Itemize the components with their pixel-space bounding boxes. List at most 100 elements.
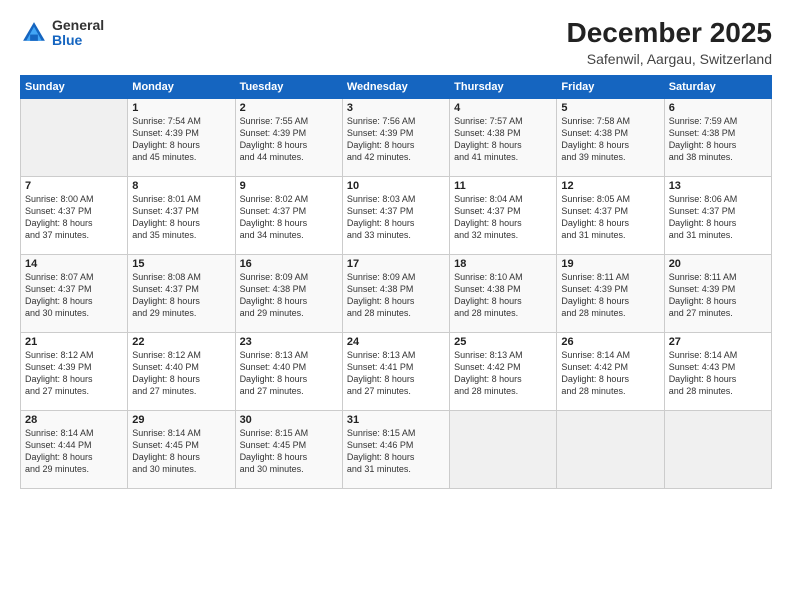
calendar-cell: 18Sunrise: 8:10 AM Sunset: 4:38 PM Dayli… (450, 254, 557, 332)
calendar-cell (21, 98, 128, 176)
calendar-cell: 11Sunrise: 8:04 AM Sunset: 4:37 PM Dayli… (450, 176, 557, 254)
day-number: 6 (669, 102, 767, 114)
day-info: Sunrise: 8:05 AM Sunset: 4:37 PM Dayligh… (561, 193, 659, 242)
day-info: Sunrise: 8:12 AM Sunset: 4:40 PM Dayligh… (132, 349, 230, 398)
day-number: 14 (25, 258, 123, 270)
calendar-cell: 17Sunrise: 8:09 AM Sunset: 4:38 PM Dayli… (342, 254, 449, 332)
day-number: 5 (561, 102, 659, 114)
day-info: Sunrise: 7:59 AM Sunset: 4:38 PM Dayligh… (669, 115, 767, 164)
day-number: 22 (132, 336, 230, 348)
logo-general: General (52, 18, 104, 33)
calendar-cell: 14Sunrise: 8:07 AM Sunset: 4:37 PM Dayli… (21, 254, 128, 332)
day-info: Sunrise: 8:14 AM Sunset: 4:44 PM Dayligh… (25, 427, 123, 476)
col-sunday: Sunday (21, 75, 128, 98)
day-number: 20 (669, 258, 767, 270)
day-info: Sunrise: 7:57 AM Sunset: 4:38 PM Dayligh… (454, 115, 552, 164)
day-number: 10 (347, 180, 445, 192)
calendar-cell: 4Sunrise: 7:57 AM Sunset: 4:38 PM Daylig… (450, 98, 557, 176)
day-info: Sunrise: 8:00 AM Sunset: 4:37 PM Dayligh… (25, 193, 123, 242)
day-number: 27 (669, 336, 767, 348)
calendar-cell: 12Sunrise: 8:05 AM Sunset: 4:37 PM Dayli… (557, 176, 664, 254)
logo-icon (20, 19, 48, 47)
day-number: 8 (132, 180, 230, 192)
calendar-cell: 7Sunrise: 8:00 AM Sunset: 4:37 PM Daylig… (21, 176, 128, 254)
day-info: Sunrise: 8:15 AM Sunset: 4:46 PM Dayligh… (347, 427, 445, 476)
month-title: December 2025 (567, 18, 772, 49)
day-info: Sunrise: 8:07 AM Sunset: 4:37 PM Dayligh… (25, 271, 123, 320)
day-info: Sunrise: 7:56 AM Sunset: 4:39 PM Dayligh… (347, 115, 445, 164)
header: General Blue December 2025 Safenwil, Aar… (20, 18, 772, 67)
calendar-cell: 23Sunrise: 8:13 AM Sunset: 4:40 PM Dayli… (235, 332, 342, 410)
calendar-cell: 31Sunrise: 8:15 AM Sunset: 4:46 PM Dayli… (342, 410, 449, 488)
col-saturday: Saturday (664, 75, 771, 98)
calendar-cell (450, 410, 557, 488)
calendar-cell: 22Sunrise: 8:12 AM Sunset: 4:40 PM Dayli… (128, 332, 235, 410)
col-thursday: Thursday (450, 75, 557, 98)
calendar-cell: 3Sunrise: 7:56 AM Sunset: 4:39 PM Daylig… (342, 98, 449, 176)
day-info: Sunrise: 8:11 AM Sunset: 4:39 PM Dayligh… (669, 271, 767, 320)
day-number: 18 (454, 258, 552, 270)
day-number: 28 (25, 414, 123, 426)
calendar-week-row: 28Sunrise: 8:14 AM Sunset: 4:44 PM Dayli… (21, 410, 772, 488)
day-info: Sunrise: 8:12 AM Sunset: 4:39 PM Dayligh… (25, 349, 123, 398)
day-number: 4 (454, 102, 552, 114)
day-number: 26 (561, 336, 659, 348)
day-info: Sunrise: 7:55 AM Sunset: 4:39 PM Dayligh… (240, 115, 338, 164)
day-number: 24 (347, 336, 445, 348)
calendar-cell: 21Sunrise: 8:12 AM Sunset: 4:39 PM Dayli… (21, 332, 128, 410)
day-info: Sunrise: 8:03 AM Sunset: 4:37 PM Dayligh… (347, 193, 445, 242)
calendar-cell: 10Sunrise: 8:03 AM Sunset: 4:37 PM Dayli… (342, 176, 449, 254)
col-friday: Friday (557, 75, 664, 98)
logo-text: General Blue (52, 18, 104, 49)
calendar-cell (557, 410, 664, 488)
calendar-cell: 19Sunrise: 8:11 AM Sunset: 4:39 PM Dayli… (557, 254, 664, 332)
day-info: Sunrise: 8:09 AM Sunset: 4:38 PM Dayligh… (347, 271, 445, 320)
calendar-cell: 20Sunrise: 8:11 AM Sunset: 4:39 PM Dayli… (664, 254, 771, 332)
weekday-header-row: Sunday Monday Tuesday Wednesday Thursday… (21, 75, 772, 98)
day-info: Sunrise: 8:13 AM Sunset: 4:41 PM Dayligh… (347, 349, 445, 398)
calendar-cell: 8Sunrise: 8:01 AM Sunset: 4:37 PM Daylig… (128, 176, 235, 254)
day-info: Sunrise: 8:14 AM Sunset: 4:45 PM Dayligh… (132, 427, 230, 476)
day-info: Sunrise: 8:01 AM Sunset: 4:37 PM Dayligh… (132, 193, 230, 242)
day-info: Sunrise: 8:09 AM Sunset: 4:38 PM Dayligh… (240, 271, 338, 320)
calendar-cell: 6Sunrise: 7:59 AM Sunset: 4:38 PM Daylig… (664, 98, 771, 176)
day-number: 19 (561, 258, 659, 270)
calendar-cell: 15Sunrise: 8:08 AM Sunset: 4:37 PM Dayli… (128, 254, 235, 332)
day-info: Sunrise: 8:15 AM Sunset: 4:45 PM Dayligh… (240, 427, 338, 476)
day-number: 11 (454, 180, 552, 192)
day-number: 3 (347, 102, 445, 114)
day-number: 9 (240, 180, 338, 192)
calendar-cell: 1Sunrise: 7:54 AM Sunset: 4:39 PM Daylig… (128, 98, 235, 176)
location: Safenwil, Aargau, Switzerland (567, 51, 772, 67)
day-info: Sunrise: 8:04 AM Sunset: 4:37 PM Dayligh… (454, 193, 552, 242)
day-number: 12 (561, 180, 659, 192)
calendar-cell: 13Sunrise: 8:06 AM Sunset: 4:37 PM Dayli… (664, 176, 771, 254)
day-info: Sunrise: 8:13 AM Sunset: 4:42 PM Dayligh… (454, 349, 552, 398)
day-info: Sunrise: 7:58 AM Sunset: 4:38 PM Dayligh… (561, 115, 659, 164)
day-number: 29 (132, 414, 230, 426)
day-number: 31 (347, 414, 445, 426)
calendar: Sunday Monday Tuesday Wednesday Thursday… (20, 75, 772, 489)
calendar-cell: 16Sunrise: 8:09 AM Sunset: 4:38 PM Dayli… (235, 254, 342, 332)
logo: General Blue (20, 18, 104, 49)
logo-blue: Blue (52, 33, 104, 48)
day-info: Sunrise: 8:02 AM Sunset: 4:37 PM Dayligh… (240, 193, 338, 242)
day-info: Sunrise: 8:10 AM Sunset: 4:38 PM Dayligh… (454, 271, 552, 320)
col-wednesday: Wednesday (342, 75, 449, 98)
day-number: 13 (669, 180, 767, 192)
calendar-week-row: 14Sunrise: 8:07 AM Sunset: 4:37 PM Dayli… (21, 254, 772, 332)
day-number: 30 (240, 414, 338, 426)
calendar-cell: 25Sunrise: 8:13 AM Sunset: 4:42 PM Dayli… (450, 332, 557, 410)
calendar-cell: 24Sunrise: 8:13 AM Sunset: 4:41 PM Dayli… (342, 332, 449, 410)
day-number: 7 (25, 180, 123, 192)
day-info: Sunrise: 8:11 AM Sunset: 4:39 PM Dayligh… (561, 271, 659, 320)
calendar-cell: 5Sunrise: 7:58 AM Sunset: 4:38 PM Daylig… (557, 98, 664, 176)
day-info: Sunrise: 7:54 AM Sunset: 4:39 PM Dayligh… (132, 115, 230, 164)
day-number: 16 (240, 258, 338, 270)
calendar-week-row: 1Sunrise: 7:54 AM Sunset: 4:39 PM Daylig… (21, 98, 772, 176)
day-info: Sunrise: 8:13 AM Sunset: 4:40 PM Dayligh… (240, 349, 338, 398)
day-number: 15 (132, 258, 230, 270)
calendar-cell: 29Sunrise: 8:14 AM Sunset: 4:45 PM Dayli… (128, 410, 235, 488)
calendar-cell (664, 410, 771, 488)
calendar-week-row: 7Sunrise: 8:00 AM Sunset: 4:37 PM Daylig… (21, 176, 772, 254)
